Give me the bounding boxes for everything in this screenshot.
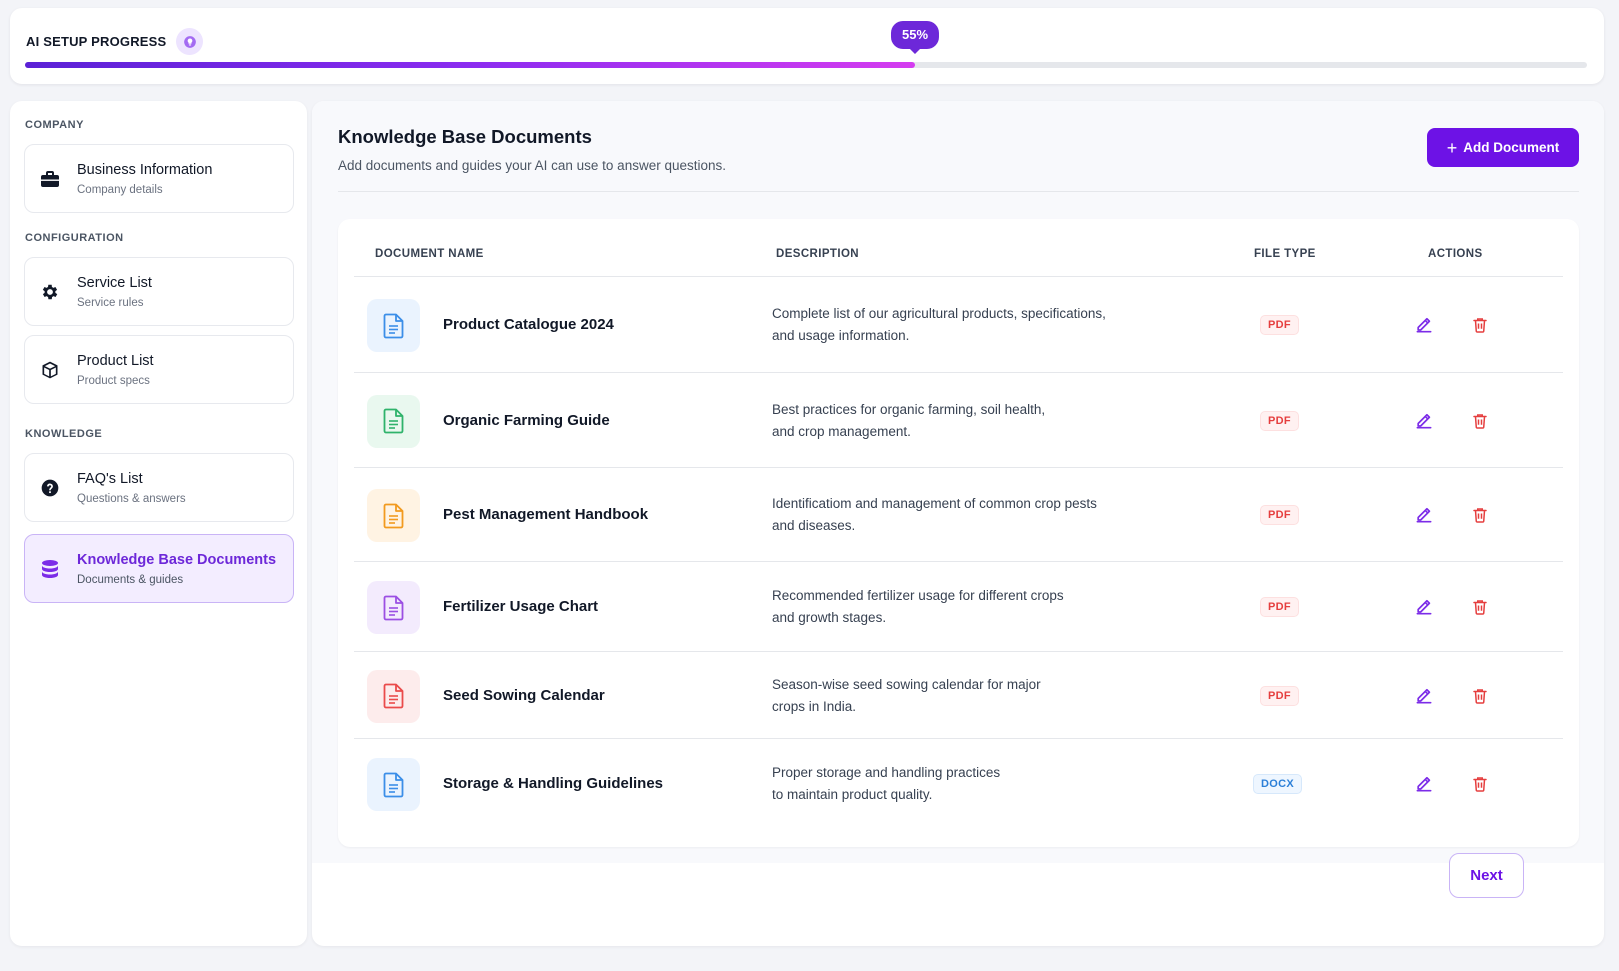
file-type-badge: PDF — [1260, 315, 1299, 335]
trash-icon[interactable] — [1468, 595, 1492, 619]
page-title: Knowledge Base Documents — [338, 126, 592, 147]
table-row: Seed Sowing Calendar Season-wise seed sow… — [354, 652, 1563, 739]
document-file-icon — [367, 299, 420, 352]
setup-progress-card: AI SETUP PROGRESS 55% — [10, 8, 1604, 84]
file-type-badge: PDF — [1260, 505, 1299, 525]
question-icon — [39, 477, 61, 499]
file-type-badge: DOCX — [1253, 774, 1302, 794]
document-description: Identificatiom and management of common … — [772, 493, 1152, 537]
document-name: Seed Sowing Calendar — [443, 686, 605, 704]
description-line: and diseases. — [772, 518, 856, 533]
sidebar-item-knowledge-base-documents[interactable]: Knowledge Base Documents Documents & gui… — [24, 534, 294, 603]
sidebar-item-subtitle: Company details — [77, 183, 163, 196]
sidebar-item-title: FAQ's List — [77, 470, 143, 487]
sidebar-item-subtitle: Service rules — [77, 296, 144, 309]
description-line: Season-wise seed sowing calendar for maj… — [772, 676, 1041, 692]
description-line: Recommended fertilizer usage for differe… — [772, 588, 1064, 603]
edit-icon[interactable] — [1412, 684, 1436, 708]
description-line: and crop management. — [772, 423, 911, 439]
document-name: Storage & Handling Guidelines — [443, 775, 664, 792]
document-description: Proper storage and handling practices to … — [772, 762, 1152, 806]
document-name: Pest Management Handbook — [443, 506, 649, 523]
document-file-icon — [367, 669, 420, 723]
trash-icon[interactable] — [1468, 684, 1492, 708]
document-name: Organic Farming Guide — [443, 411, 610, 429]
document-file-icon — [367, 489, 420, 542]
table-row: Fertilizer Usage Chart Recommended fertil… — [354, 562, 1563, 652]
section-label-configuration: CONFIGURATION — [25, 232, 124, 244]
trash-icon[interactable] — [1468, 503, 1492, 527]
lightbulb-icon — [176, 28, 204, 55]
sidebar-item-title: Product List — [77, 352, 154, 369]
sidebar-item-faqs-list[interactable]: FAQ's List Questions & answers — [24, 453, 294, 522]
description-line: and usage information. — [772, 328, 910, 343]
table-row: Storage & Handling Guidelines Proper stor… — [354, 739, 1563, 829]
file-type-badge: PDF — [1260, 597, 1299, 617]
document-description: Recommended fertilizer usage for differe… — [772, 585, 1152, 629]
description-line: and growth stages. — [772, 610, 887, 625]
sidebar-item-subtitle: Documents & guides — [77, 573, 184, 586]
file-type-badge: PDF — [1260, 410, 1299, 431]
description-line: crops in India. — [772, 698, 857, 714]
column-header-actions: ACTIONS — [1428, 248, 1483, 260]
progress-header: AI SETUP PROGRESS — [26, 28, 204, 55]
sidebar-item-product-list[interactable]: Product List Product specs — [24, 335, 294, 404]
edit-icon[interactable] — [1412, 772, 1436, 796]
sidebar-item-business-information[interactable]: Business Information Company details — [24, 144, 294, 213]
main-panel: Knowledge Base Documents Add documents a… — [312, 101, 1604, 946]
progress-bar-fill — [25, 62, 915, 68]
file-type-badge: PDF — [1260, 685, 1299, 706]
edit-icon[interactable] — [1412, 595, 1436, 619]
trash-icon[interactable] — [1468, 772, 1492, 796]
edit-icon[interactable] — [1412, 503, 1436, 527]
table-row: Product Catalogue 2024 Complete list of o… — [354, 277, 1563, 373]
description-line: Identificatiom and management of common … — [772, 496, 1097, 511]
documents-table: DOCUMENT NAME DESCRIPTION FILE TYPE ACTI… — [338, 219, 1579, 847]
page-subtitle: Add documents and guides your AI can use… — [338, 158, 726, 173]
progress-title: AI SETUP PROGRESS — [26, 34, 167, 49]
table-row: Organic Farming Guide Best practices for … — [354, 373, 1563, 468]
next-button[interactable]: Next — [1449, 853, 1524, 898]
edit-icon[interactable] — [1412, 313, 1436, 337]
document-name: Fertilizer Usage Chart — [443, 598, 599, 615]
document-description: Complete list of our agricultural produc… — [772, 303, 1152, 347]
column-header-description: DESCRIPTION — [776, 248, 859, 260]
add-document-button[interactable]: + Add Document — [1427, 128, 1579, 167]
description-line: Proper storage and handling practices — [772, 765, 1001, 780]
description-line: Best practices for organic farming, soil… — [772, 401, 1046, 417]
column-header-file-type: FILE TYPE — [1254, 248, 1316, 260]
description-line: to maintain product quality. — [772, 787, 933, 802]
section-label-knowledge: KNOWLEDGE — [25, 428, 103, 440]
document-description: Season-wise seed sowing calendar for maj… — [772, 674, 1152, 718]
briefcase-icon — [39, 168, 61, 190]
database-icon — [39, 558, 61, 580]
edit-icon[interactable] — [1412, 409, 1436, 433]
sidebar-item-title: Service List — [77, 274, 152, 291]
section-label-company: COMPANY — [25, 119, 84, 131]
document-file-icon — [367, 758, 420, 811]
sidebar-item-service-list[interactable]: Service List Service rules — [24, 257, 294, 326]
document-name: Product Catalogue 2024 — [443, 316, 614, 333]
main-content-area: Knowledge Base Documents Add documents a… — [312, 101, 1604, 863]
progress-percent-badge: 55% — [890, 21, 940, 49]
trash-icon[interactable] — [1468, 409, 1492, 433]
description-line: Complete list of our agricultural produc… — [772, 306, 1106, 321]
add-document-label: Add Document — [1463, 140, 1560, 155]
sidebar-item-subtitle: Questions & answers — [77, 492, 186, 505]
document-description: Best practices for organic farming, soil… — [772, 399, 1152, 443]
sidebar-item-subtitle: Product specs — [77, 374, 150, 387]
table-row: Pest Management Handbook Identificatiom a… — [354, 468, 1563, 562]
sidebar-item-title: Business Information — [77, 161, 213, 178]
gear-icon — [39, 281, 61, 303]
setup-sidebar: COMPANY Business Information Company det… — [10, 101, 307, 946]
progress-bar — [25, 62, 1587, 68]
plus-icon: + — [1446, 137, 1458, 158]
column-header-document-name: DOCUMENT NAME — [375, 248, 484, 260]
document-file-icon — [367, 581, 420, 634]
header-divider — [338, 191, 1579, 192]
sidebar-item-title: Knowledge Base Documents — [77, 551, 277, 568]
package-icon — [39, 359, 61, 381]
trash-icon[interactable] — [1468, 313, 1492, 337]
document-file-icon — [367, 394, 420, 448]
